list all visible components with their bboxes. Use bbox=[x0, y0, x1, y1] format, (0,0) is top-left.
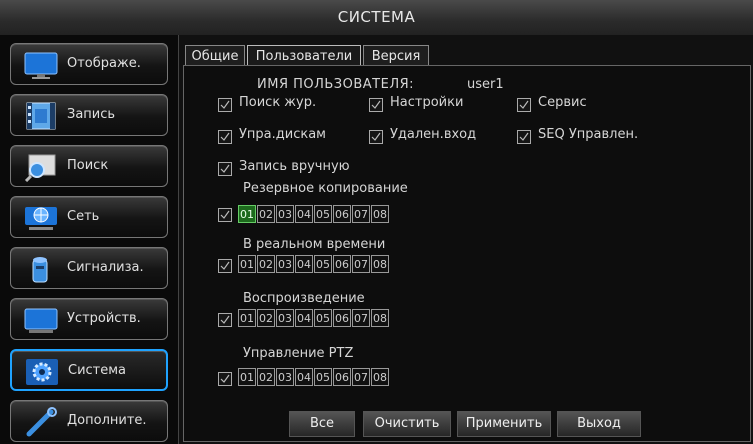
manual-record-label: Запись вручную bbox=[239, 159, 350, 174]
settings-label: Настройки bbox=[390, 95, 464, 110]
ptz-all-checkbox[interactable] bbox=[218, 372, 232, 386]
channel-toggle[interactable]: 08 bbox=[371, 255, 389, 273]
exit-button[interactable]: Выход bbox=[557, 411, 641, 437]
backup-label: Резервное копирование bbox=[243, 181, 408, 196]
sidebar-item-alarm[interactable]: Сигнализа. bbox=[10, 247, 168, 289]
sidebar-item-label: Сигнализа. bbox=[67, 260, 144, 275]
channel-toggle[interactable]: 03 bbox=[276, 205, 294, 223]
sidebar-item-display[interactable]: Отображе. bbox=[10, 43, 168, 85]
sidebar-item-system[interactable]: Система bbox=[10, 349, 168, 391]
sidebar: Отображе. Запись Поиск Сеть Сигнализа. У… bbox=[0, 35, 178, 444]
backup-channels: 01 02 03 04 05 06 07 08 bbox=[238, 205, 390, 225]
disk-mgmt-checkbox[interactable] bbox=[218, 130, 232, 144]
log-search-label: Поиск жур. bbox=[239, 95, 317, 110]
remote-login-label: Удален.вход bbox=[390, 127, 477, 142]
username-value: user1 bbox=[467, 77, 504, 92]
channel-toggle[interactable]: 05 bbox=[314, 205, 332, 223]
channel-toggle[interactable]: 01 bbox=[238, 309, 256, 327]
service-label: Сервис bbox=[538, 95, 587, 110]
channel-toggle[interactable]: 02 bbox=[257, 255, 275, 273]
live-label: В реальном времени bbox=[243, 237, 386, 252]
channel-toggle[interactable]: 03 bbox=[276, 255, 294, 273]
sidebar-item-label: Дополните. bbox=[67, 413, 147, 428]
sidebar-item-label: Сеть bbox=[67, 209, 100, 224]
live-all-checkbox[interactable] bbox=[218, 259, 232, 273]
manual-record-checkbox[interactable] bbox=[218, 162, 232, 176]
device-icon bbox=[24, 308, 58, 333]
channel-toggle[interactable]: 01 bbox=[238, 368, 256, 386]
seq-control-label: SEQ Управлен. bbox=[538, 127, 639, 142]
service-checkbox[interactable] bbox=[517, 98, 531, 112]
channel-toggle[interactable]: 06 bbox=[333, 368, 351, 386]
channel-toggle[interactable]: 05 bbox=[314, 368, 332, 386]
sidebar-item-advanced[interactable]: Дополните. bbox=[10, 400, 168, 442]
tab-version[interactable]: Версия bbox=[363, 45, 429, 67]
channel-toggle[interactable]: 05 bbox=[314, 255, 332, 273]
channel-toggle[interactable]: 04 bbox=[295, 309, 313, 327]
clear-button[interactable]: Очистить bbox=[363, 411, 451, 437]
username-label: ИМЯ ПОЛЬЗОВАТЕЛЯ: bbox=[257, 77, 415, 92]
channel-toggle[interactable]: 04 bbox=[295, 368, 313, 386]
sidebar-item-label: Запись bbox=[67, 107, 116, 122]
apply-button[interactable]: Применить bbox=[457, 411, 551, 437]
sidebar-item-label: Система bbox=[68, 363, 127, 378]
monitor-icon bbox=[24, 52, 58, 79]
channel-toggle[interactable]: 04 bbox=[295, 205, 313, 223]
select-all-button[interactable]: Все bbox=[289, 411, 355, 437]
sidebar-item-label: Отображе. bbox=[67, 56, 141, 71]
channel-toggle[interactable]: 02 bbox=[257, 205, 275, 223]
backup-all-checkbox[interactable] bbox=[218, 208, 232, 222]
channel-toggle[interactable]: 04 bbox=[295, 255, 313, 273]
alarm-icon bbox=[32, 257, 48, 283]
sidebar-item-label: Устройств. bbox=[67, 311, 141, 326]
sidebar-item-search[interactable]: Поиск bbox=[10, 145, 168, 187]
channel-toggle[interactable]: 01 bbox=[238, 205, 256, 223]
film-icon bbox=[26, 102, 56, 130]
channel-toggle[interactable]: 07 bbox=[352, 205, 370, 223]
channel-toggle[interactable]: 03 bbox=[276, 368, 294, 386]
channel-toggle[interactable]: 07 bbox=[352, 255, 370, 273]
disk-mgmt-label: Упра.дискам bbox=[239, 127, 326, 142]
sidebar-item-network[interactable]: Сеть bbox=[10, 196, 168, 238]
seq-control-checkbox[interactable] bbox=[517, 130, 531, 144]
tab-users[interactable]: Пользователи bbox=[247, 45, 361, 67]
channel-toggle[interactable]: 02 bbox=[257, 368, 275, 386]
sidebar-item-label: Поиск bbox=[67, 158, 109, 173]
gear-icon bbox=[26, 359, 58, 385]
channel-toggle[interactable]: 06 bbox=[333, 309, 351, 327]
playback-label: Воспроизведение bbox=[243, 291, 365, 306]
channel-toggle[interactable]: 03 bbox=[276, 309, 294, 327]
live-channels: 01 02 03 04 05 06 07 08 bbox=[238, 255, 390, 275]
magnifier-icon bbox=[24, 154, 56, 182]
ptz-channels: 01 02 03 04 05 06 07 08 bbox=[238, 368, 390, 388]
network-icon bbox=[25, 207, 57, 230]
channel-toggle[interactable]: 05 bbox=[314, 309, 332, 327]
playback-channels: 01 02 03 04 05 06 07 08 bbox=[238, 309, 390, 329]
channel-toggle[interactable]: 01 bbox=[238, 255, 256, 273]
tab-general[interactable]: Общие bbox=[185, 45, 245, 67]
wrench-icon bbox=[26, 407, 57, 437]
playback-all-checkbox[interactable] bbox=[218, 313, 232, 327]
channel-toggle[interactable]: 06 bbox=[333, 255, 351, 273]
channel-toggle[interactable]: 02 bbox=[257, 309, 275, 327]
window-title: СИСТЕМА bbox=[0, 0, 753, 36]
sidebar-item-devices[interactable]: Устройств. bbox=[10, 298, 168, 340]
remote-login-checkbox[interactable] bbox=[369, 130, 383, 144]
sidebar-item-record[interactable]: Запись bbox=[10, 94, 168, 136]
channel-toggle[interactable]: 07 bbox=[352, 309, 370, 327]
channel-toggle[interactable]: 06 bbox=[333, 205, 351, 223]
channel-toggle[interactable]: 08 bbox=[371, 205, 389, 223]
ptz-label: Управление PTZ bbox=[243, 346, 354, 361]
channel-toggle[interactable]: 07 bbox=[352, 368, 370, 386]
log-search-checkbox[interactable] bbox=[218, 98, 232, 112]
settings-checkbox[interactable] bbox=[369, 98, 383, 112]
channel-toggle[interactable]: 08 bbox=[371, 309, 389, 327]
channel-toggle[interactable]: 08 bbox=[371, 368, 389, 386]
